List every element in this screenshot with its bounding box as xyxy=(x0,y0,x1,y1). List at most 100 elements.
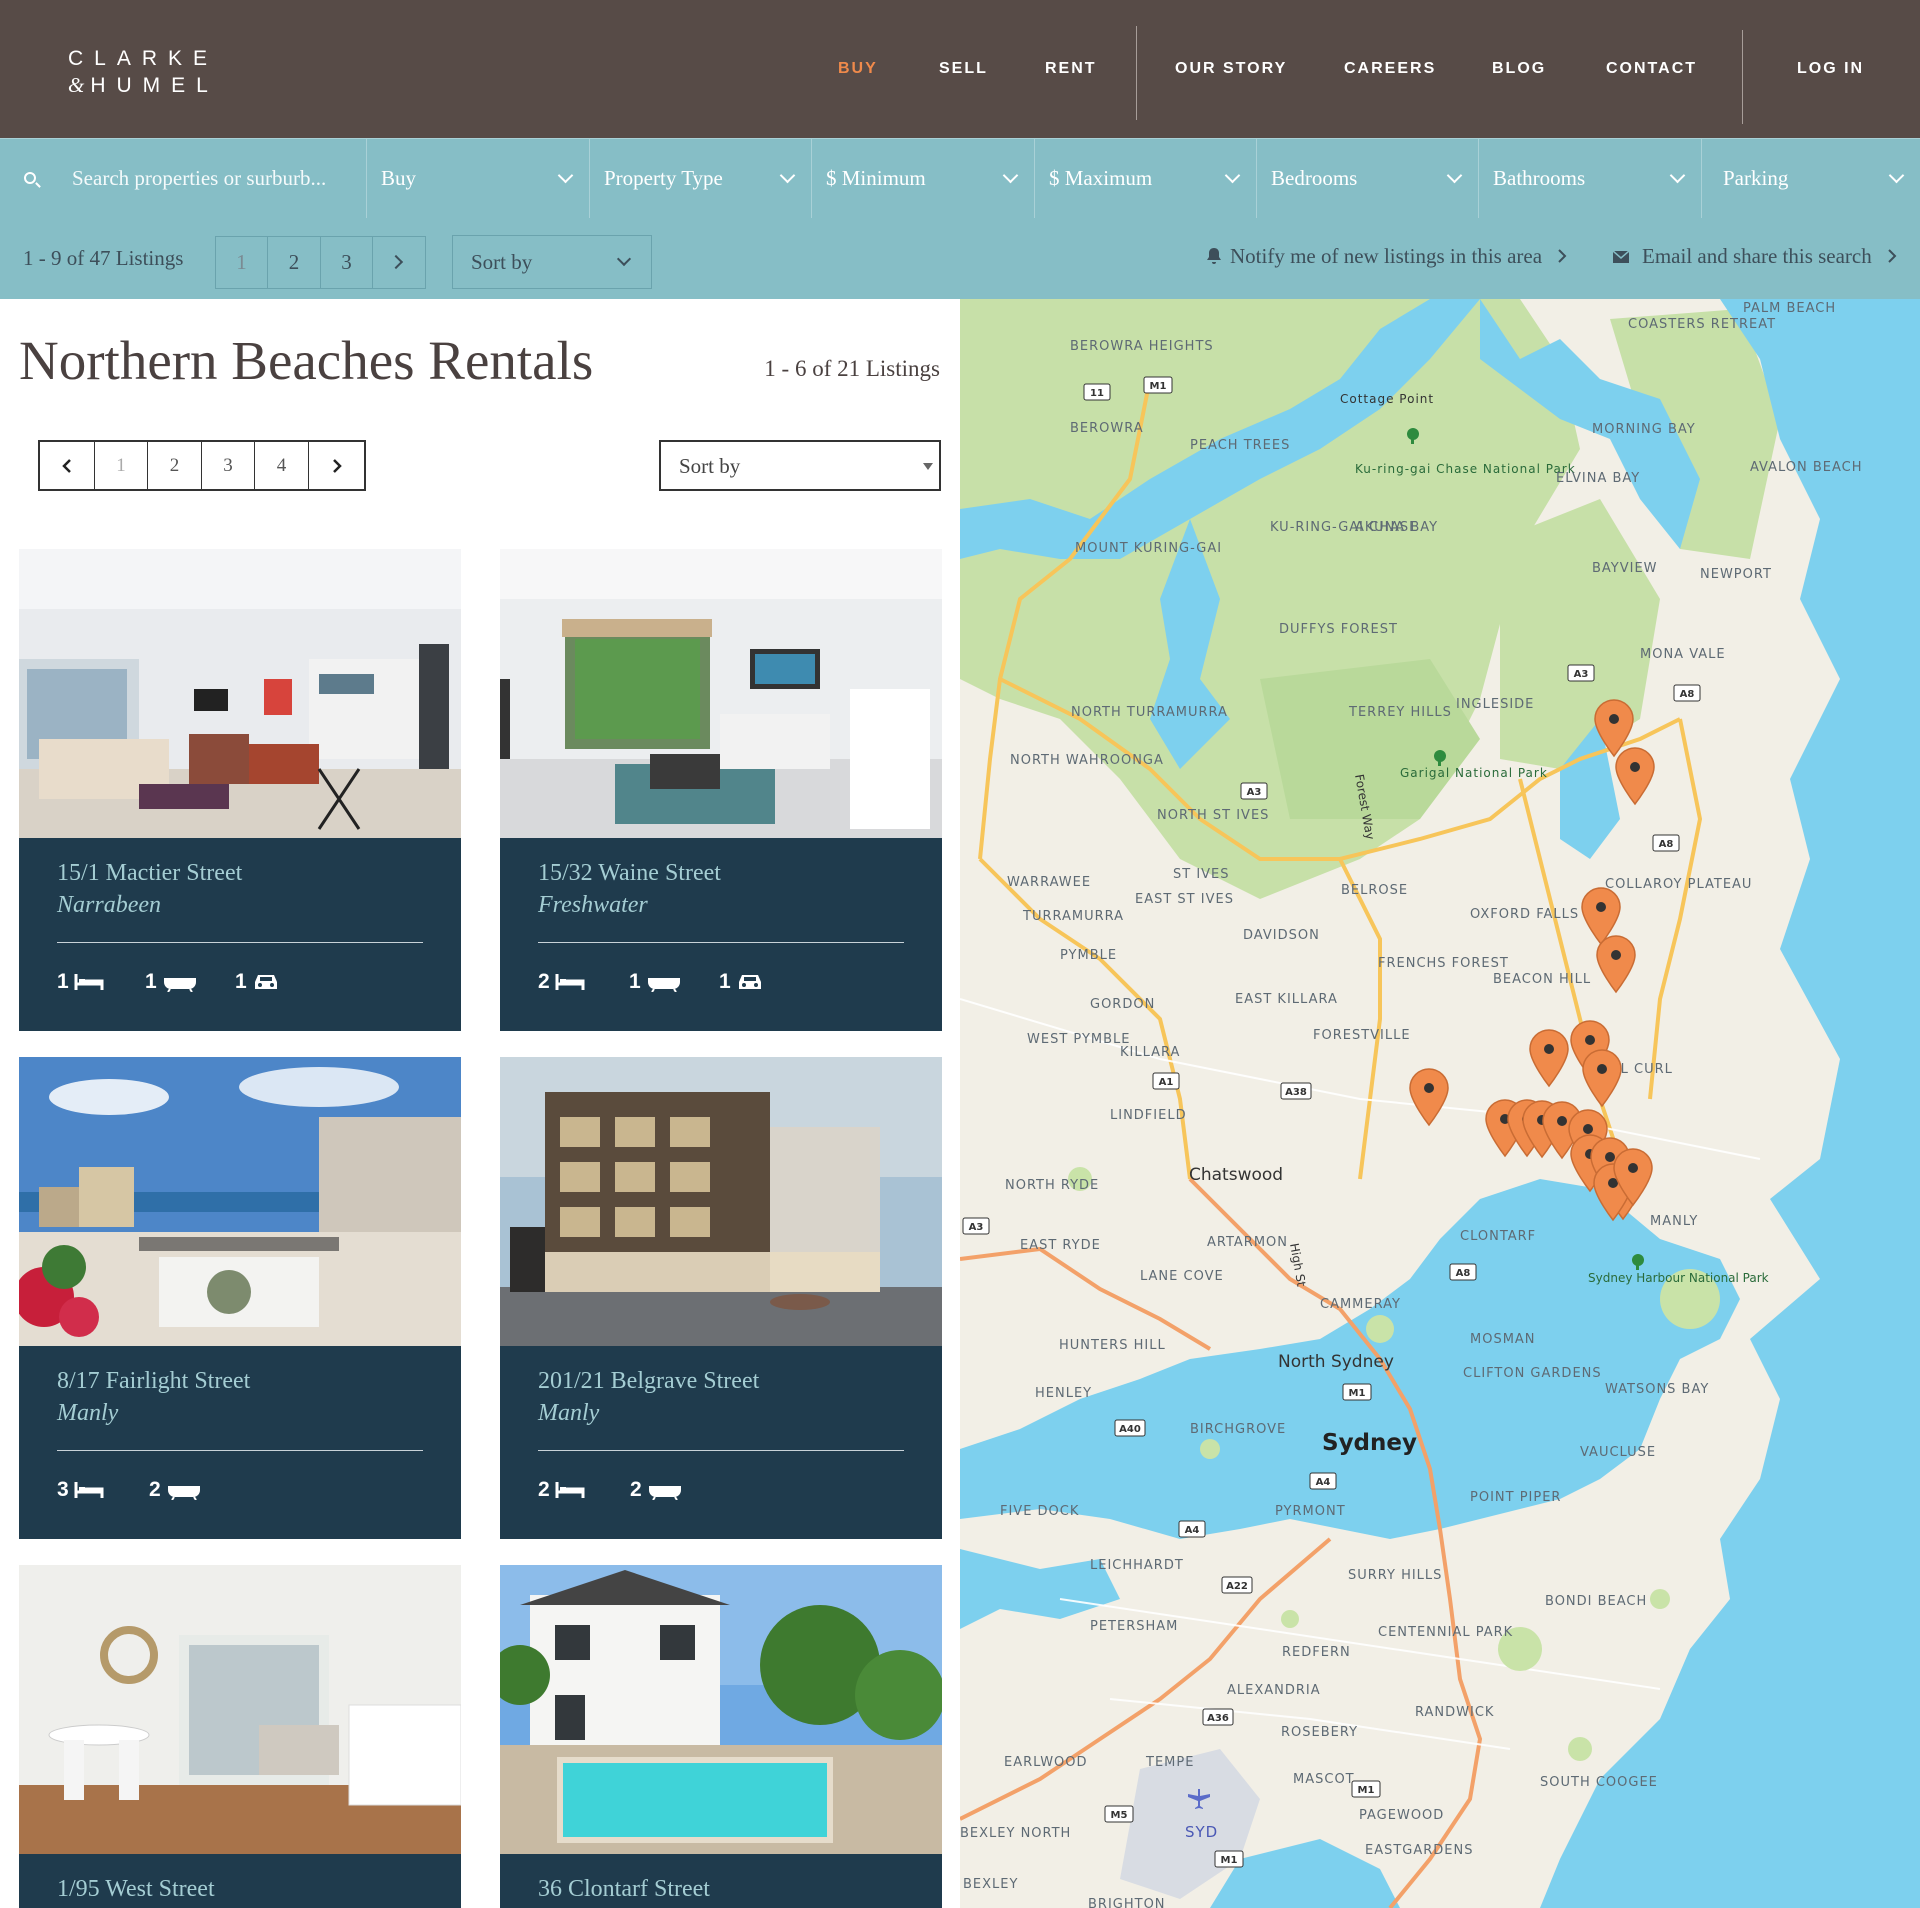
listing-sort-select[interactable]: Sort by xyxy=(659,440,941,491)
login-link[interactable]: LOG IN xyxy=(1797,0,1864,138)
next-page-button[interactable] xyxy=(372,236,426,289)
nav-label: BUY xyxy=(838,60,878,77)
map-label: INGLESIDE xyxy=(1456,697,1534,712)
map-label: CENTENNIAL PARK xyxy=(1378,1625,1513,1640)
bed-icon xyxy=(555,974,585,990)
svg-text:11: 11 xyxy=(1090,388,1104,399)
listing-card[interactable]: 201/21 Belgrave Street Manly 2 2 xyxy=(500,1057,942,1539)
map-label: PYMBLE xyxy=(1060,948,1117,963)
property-type-value: Property Type xyxy=(604,166,723,190)
car-icon xyxy=(254,975,277,989)
bed-count: 1 xyxy=(57,970,69,993)
svg-text:A4: A4 xyxy=(1185,1525,1200,1536)
sort-select[interactable]: Sort by xyxy=(452,235,652,289)
property-map[interactable]: BEROWRA HEIGHTS BEROWRA Cottage Point Ku… xyxy=(960,299,1920,1908)
chevron-down-icon xyxy=(1888,167,1905,184)
bell-icon xyxy=(1207,248,1221,264)
road-shield: A8 xyxy=(1449,1263,1477,1281)
map-label: NORTH TURRAMURRA xyxy=(1071,705,1228,720)
bathrooms-value: Bathrooms xyxy=(1493,166,1586,190)
map-label: TURRAMURRA xyxy=(1022,909,1124,924)
page-number: 2 xyxy=(169,454,180,476)
map-label: DUFFYS FOREST xyxy=(1279,622,1398,637)
map-label: Garigal National Park xyxy=(1400,766,1548,780)
map-label: FIVE DOCK xyxy=(1000,1504,1079,1519)
listing-card[interactable]: 15/32 Waine Street Freshwater 2 1 1 xyxy=(500,549,942,1031)
map-pin-icon[interactable] xyxy=(1407,1067,1451,1127)
bedrooms-select[interactable]: Bedrooms xyxy=(1257,139,1479,218)
map-label: POINT PIPER xyxy=(1470,1490,1561,1505)
page-1-button[interactable]: 1 xyxy=(215,236,268,289)
chevron-down-icon xyxy=(1224,167,1241,184)
map-pin-icon[interactable] xyxy=(1613,746,1657,806)
parking-select[interactable]: Parking xyxy=(1702,139,1920,218)
nav-blog[interactable]: BLOG xyxy=(1492,0,1546,138)
map-label: PEACH TREES xyxy=(1190,438,1290,453)
svg-text:A38: A38 xyxy=(1285,1087,1307,1098)
page-3-button[interactable]: 3 xyxy=(202,442,255,489)
map-pin-icon[interactable] xyxy=(1594,934,1638,994)
map-pin-icon[interactable] xyxy=(1527,1028,1571,1088)
map-label: EASTGARDENS xyxy=(1365,1843,1474,1858)
map-label: CLONTARF xyxy=(1460,1229,1536,1244)
listing-address: 36 Clontarf Street xyxy=(538,1876,710,1902)
type-select[interactable]: Buy xyxy=(367,139,590,218)
map-label: BELROSE xyxy=(1341,883,1408,898)
listing-card[interactable]: 1/95 West Street xyxy=(19,1565,461,1908)
nav-buy[interactable]: BUY xyxy=(838,0,878,138)
email-share-link[interactable]: Email and share this search xyxy=(1612,244,1897,269)
listing-card[interactable]: 15/1 Mactier Street Narrabeen 1 1 1 xyxy=(19,549,461,1031)
road-shield: A3 xyxy=(962,1217,990,1235)
map-label: BEXLEY NORTH xyxy=(960,1826,1071,1841)
map-label: WATSONS BAY xyxy=(1605,1382,1709,1397)
next-page-button[interactable] xyxy=(309,442,364,489)
map-label: ST IVES xyxy=(1173,867,1230,882)
page-2-button[interactable]: 2 xyxy=(267,236,321,289)
map-label: NORTH RYDE xyxy=(1005,1178,1099,1193)
listing-card[interactable]: 36 Clontarf Street xyxy=(500,1565,942,1908)
search-input[interactable]: Search properties or surburb... xyxy=(0,139,367,218)
map-label: PYRMONT xyxy=(1275,1504,1346,1519)
map-pin-icon[interactable] xyxy=(1580,1048,1624,1108)
road-shield: A4 xyxy=(1309,1472,1337,1490)
map-label: CLIFTON GARDENS xyxy=(1463,1366,1602,1381)
prev-page-button[interactable] xyxy=(40,442,95,489)
page-4-button[interactable]: 4 xyxy=(255,442,309,489)
listing-card[interactable]: 8/17 Fairlight Street Manly 3 2 xyxy=(19,1057,461,1539)
min-price-select[interactable]: $ Minimum xyxy=(812,139,1035,218)
map-pin-icon[interactable] xyxy=(1611,1147,1655,1207)
notify-link[interactable]: Notify me of new listings in this area xyxy=(1206,244,1567,269)
map-label: OXFORD FALLS xyxy=(1470,907,1579,922)
bed-count: 3 xyxy=(57,1478,69,1501)
brand-line-1: CLARKE xyxy=(68,47,219,70)
map-label: TERREY HILLS xyxy=(1348,705,1452,720)
page-2-button[interactable]: 2 xyxy=(148,442,202,489)
nav-sell[interactable]: SELL xyxy=(939,0,988,138)
map-label: SOUTH COOGEE xyxy=(1540,1775,1658,1790)
road-shield: A1 xyxy=(1152,1072,1180,1090)
map-label: VAUCLUSE xyxy=(1580,1445,1656,1460)
svg-text:A8: A8 xyxy=(1659,839,1674,850)
map-label: GORDON xyxy=(1090,997,1155,1012)
page-1-button[interactable]: 1 xyxy=(95,442,148,489)
bathrooms-select[interactable]: Bathrooms xyxy=(1479,139,1702,218)
page-3-button[interactable]: 3 xyxy=(320,236,373,289)
nav-divider xyxy=(1136,26,1137,120)
max-price-select[interactable]: $ Maximum xyxy=(1035,139,1257,218)
brand-ampersand: & xyxy=(68,73,85,97)
road-shield: 11 xyxy=(1083,383,1111,401)
nav-rent[interactable]: RENT xyxy=(1045,0,1097,138)
map-label: PAGEWOOD xyxy=(1359,1808,1444,1823)
svg-text:A3: A3 xyxy=(1574,669,1589,680)
map-label: HENLEY xyxy=(1035,1386,1092,1401)
map-label: BEROWRA xyxy=(1070,421,1144,436)
nav-contact[interactable]: CONTACT xyxy=(1606,0,1697,138)
card-divider xyxy=(538,1450,904,1451)
property-type-select[interactable]: Property Type xyxy=(590,139,812,218)
road-shield: A4 xyxy=(1178,1520,1206,1538)
nav-careers[interactable]: CAREERS xyxy=(1344,0,1436,138)
nav-our-story[interactable]: OUR STORY xyxy=(1175,0,1287,138)
bath-icon xyxy=(648,1486,681,1500)
brand-logo[interactable]: CLARKE & HUMEL xyxy=(68,46,219,99)
map-label: BONDI BEACH xyxy=(1545,1594,1647,1609)
